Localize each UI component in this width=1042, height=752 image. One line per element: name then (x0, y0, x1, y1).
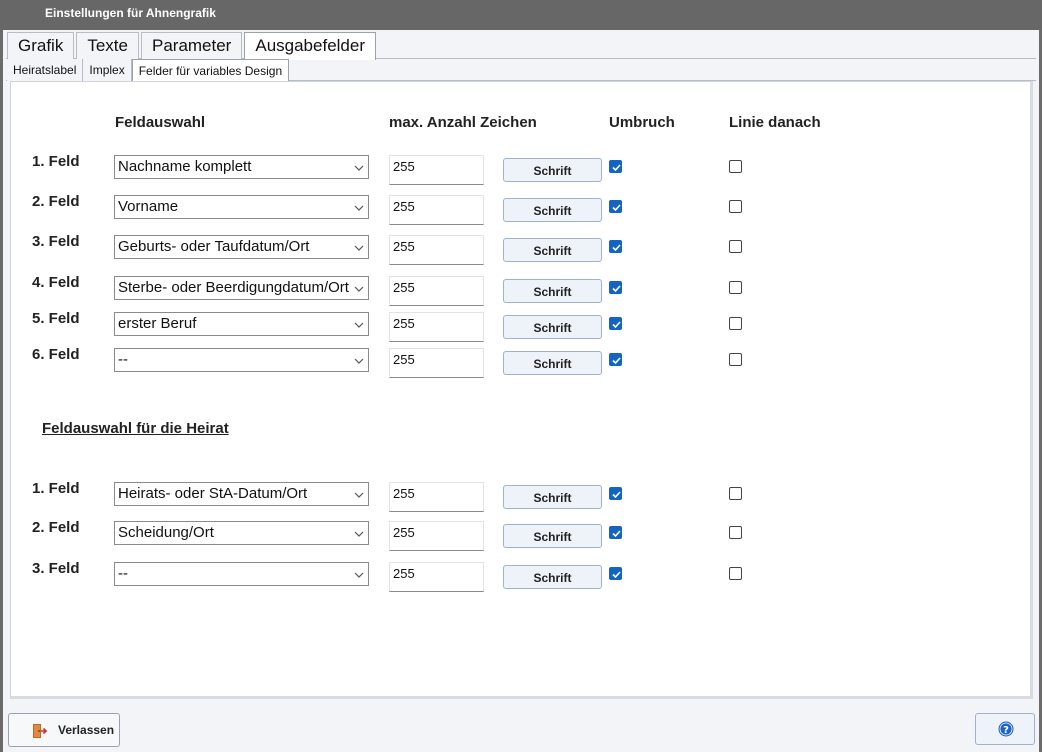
field-4-linie-checkbox[interactable] (729, 281, 742, 294)
chevron-down-icon (354, 526, 364, 537)
field-1-select[interactable]: Nachname komplett (114, 155, 369, 179)
tab-texte[interactable]: Texte (76, 32, 139, 60)
marriage-field-3-select-value: -- (118, 565, 128, 582)
fields-panel: Feldauswahl max. Anzahl Zeichen Umbruch … (10, 81, 1033, 699)
marriage-section-title: Feldauswahl für die Heirat (42, 420, 229, 437)
field-1-linie-checkbox[interactable] (729, 160, 742, 173)
field-3-max-chars-input[interactable]: 255 (389, 235, 484, 265)
field-5-label: 5. Feld (32, 310, 80, 327)
marriage-field-3-linie-checkbox[interactable] (729, 567, 742, 580)
marriage-field-2-select[interactable]: Scheidung/Ort (114, 521, 369, 545)
field-6-umbruch-checkbox[interactable] (609, 353, 622, 366)
header-feldauswahl: Feldauswahl (115, 114, 206, 131)
help-button[interactable]: ? (975, 713, 1035, 745)
marriage-field-2-max-chars-input[interactable]: 255 (389, 521, 484, 551)
exit-door-icon (31, 723, 48, 744)
field-2-select-value: Vorname (118, 198, 179, 215)
tab-variables-design[interactable]: Felder für variables Design (131, 59, 290, 81)
field-5-linie-checkbox[interactable] (729, 317, 742, 330)
chevron-down-icon (354, 567, 364, 578)
field-5-max-chars-input[interactable]: 255 (389, 312, 484, 342)
settings-window: Grafik Texte Parameter Ausgabefelder Hei… (3, 30, 1039, 752)
marriage-field-1-font-button[interactable]: Schrift (503, 485, 602, 509)
header-max-chars: max. Anzahl Zeichen (389, 114, 537, 131)
field-2-linie-checkbox[interactable] (729, 200, 742, 213)
field-5-select[interactable]: erster Beruf (114, 312, 369, 336)
field-6-label: 6. Feld (32, 346, 80, 363)
field-1-select-value: Nachname komplett (118, 158, 252, 175)
svg-text:?: ? (1003, 725, 1009, 736)
marriage-field-1-linie-checkbox[interactable] (729, 487, 742, 500)
field-4-label: 4. Feld (32, 274, 80, 291)
field-5-select-value: erster Beruf (118, 315, 197, 332)
field-2-font-button[interactable]: Schrift (503, 198, 602, 222)
title-bar: Einstellungen für Ahnengrafik (0, 0, 1042, 30)
field-4-max-chars-input[interactable]: 255 (389, 276, 484, 306)
field-2-label: 2. Feld (32, 193, 80, 210)
field-4-font-button[interactable]: Schrift (503, 279, 602, 303)
header-umbruch: Umbruch (609, 114, 675, 131)
marriage-field-2-linie-checkbox[interactable] (729, 526, 742, 539)
field-3-linie-checkbox[interactable] (729, 240, 742, 253)
tab-grafik[interactable]: Grafik (7, 32, 75, 60)
leave-label: Verlassen (58, 723, 115, 737)
marriage-field-3-select[interactable]: -- (114, 562, 369, 586)
marriage-field-1-umbruch-checkbox[interactable] (609, 487, 622, 500)
chevron-down-icon (354, 200, 364, 211)
field-4-select[interactable]: Sterbe- oder Beerdigungdatum/Ort (114, 276, 369, 300)
tab-parameter[interactable]: Parameter (140, 32, 243, 60)
header-linie-danach: Linie danach (729, 114, 821, 131)
field-3-font-button[interactable]: Schrift (503, 238, 602, 262)
field-3-select[interactable]: Geburts- oder Taufdatum/Ort (114, 235, 369, 259)
field-1-font-button[interactable]: Schrift (503, 158, 602, 182)
field-1-umbruch-checkbox[interactable] (609, 160, 622, 173)
chevron-down-icon (354, 353, 364, 364)
field-5-font-button[interactable]: Schrift (503, 315, 602, 339)
field-4-select-value: Sterbe- oder Beerdigungdatum/Ort (118, 279, 349, 296)
field-2-select[interactable]: Vorname (114, 195, 369, 219)
marriage-field-1-select-value: Heirats- oder StA-Datum/Ort (118, 485, 308, 502)
marriage-field-3-label: 3. Feld (32, 560, 80, 577)
field-6-max-chars-input[interactable]: 255 (389, 348, 484, 378)
field-1-label: 1. Feld (32, 153, 80, 170)
window-title: Einstellungen für Ahnengrafik (45, 6, 216, 20)
chevron-down-icon (354, 160, 364, 171)
chevron-down-icon (354, 317, 364, 328)
field-6-select-value: -- (118, 351, 128, 368)
field-6-linie-checkbox[interactable] (729, 353, 742, 366)
field-3-umbruch-checkbox[interactable] (609, 240, 622, 253)
sub-tabs: Heiratslabel Implex Felder für variables… (7, 59, 290, 81)
tab-ausgabefelder[interactable]: Ausgabefelder (244, 32, 376, 60)
marriage-field-1-max-chars-input[interactable]: 255 (389, 482, 484, 512)
chevron-down-icon (354, 240, 364, 251)
field-1-max-chars-input[interactable]: 255 (389, 155, 484, 185)
marriage-field-3-max-chars-input[interactable]: 255 (389, 562, 484, 592)
help-icon: ? (998, 721, 1014, 742)
field-2-umbruch-checkbox[interactable] (609, 200, 622, 213)
marriage-field-2-font-button[interactable]: Schrift (503, 524, 602, 548)
chevron-down-icon (354, 281, 364, 292)
marriage-field-1-label: 1. Feld (32, 480, 80, 497)
chevron-down-icon (354, 487, 364, 498)
field-4-umbruch-checkbox[interactable] (609, 281, 622, 294)
marriage-field-1-select[interactable]: Heirats- oder StA-Datum/Ort (114, 482, 369, 506)
tab-implex[interactable]: Implex (83, 59, 132, 81)
footer-bar: Verlassen ? (3, 705, 1039, 752)
field-3-label: 3. Feld (32, 233, 80, 250)
marriage-field-2-label: 2. Feld (32, 519, 80, 536)
field-6-font-button[interactable]: Schrift (503, 351, 602, 375)
marriage-field-2-umbruch-checkbox[interactable] (609, 526, 622, 539)
field-6-select[interactable]: -- (114, 348, 369, 372)
field-3-select-value: Geburts- oder Taufdatum/Ort (118, 238, 310, 255)
main-tabs: Grafik Texte Parameter Ausgabefelder (7, 32, 378, 60)
field-2-max-chars-input[interactable]: 255 (389, 195, 484, 225)
leave-button[interactable]: Verlassen (8, 713, 120, 747)
field-5-umbruch-checkbox[interactable] (609, 317, 622, 330)
marriage-field-3-font-button[interactable]: Schrift (503, 565, 602, 589)
tab-heiratslabel[interactable]: Heiratslabel (7, 59, 84, 81)
marriage-field-2-select-value: Scheidung/Ort (118, 524, 214, 541)
marriage-field-3-umbruch-checkbox[interactable] (609, 567, 622, 580)
